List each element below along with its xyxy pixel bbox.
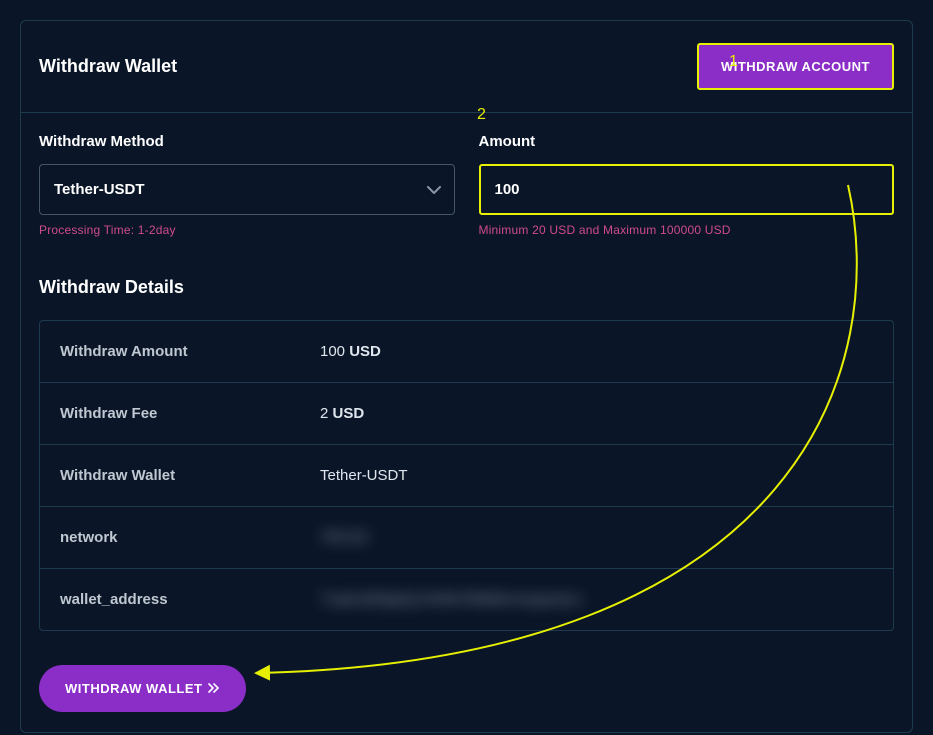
detail-row-fee: Withdraw Fee 2 USD [40,383,893,445]
card-body: Withdraw Method Tether-USDT Processing T… [21,113,912,732]
card-header: Withdraw Wallet WITHDRAW ACCOUNT [21,21,912,113]
withdraw-method-label: Withdraw Method [39,133,455,150]
detail-value-blurred: TRC20 [320,529,368,546]
method-hint: Processing Time: 1-2day [39,223,455,237]
detail-label: Withdraw Fee [60,405,320,422]
amount-input[interactable] [479,164,895,215]
withdraw-account-button[interactable]: WITHDRAW ACCOUNT [697,43,894,90]
detail-label: network [60,529,320,546]
amount-hint: Minimum 20 USD and Maximum 100000 USD [479,223,895,237]
detail-value: 2 USD [320,405,364,422]
detail-value: 100 USD [320,343,381,360]
amount-label: Amount [479,133,895,150]
withdraw-wallet-card: Withdraw Wallet WITHDRAW ACCOUNT Withdra… [20,20,913,733]
withdraw-wallet-button-label: WITHDRAW WALLET [65,681,202,696]
detail-row-amount: Withdraw Amount 100 USD [40,321,893,383]
form-row: Withdraw Method Tether-USDT Processing T… [39,133,894,237]
withdraw-wallet-button[interactable]: WITHDRAW WALLET [39,665,246,712]
detail-row-wallet: Withdraw Wallet Tether-USDT [40,445,893,507]
amount-col: Amount Minimum 20 USD and Maximum 100000… [479,133,895,237]
detail-value-blurred: TxabcDEfghij1234567890klmnopqrstuv [320,591,582,608]
annotation-1: 1 [729,53,738,71]
double-chevron-right-icon [208,681,220,696]
annotation-2: 2 [477,106,486,124]
detail-label: wallet_address [60,591,320,608]
withdraw-method-col: Withdraw Method Tether-USDT Processing T… [39,133,455,237]
withdraw-method-select-wrap: Tether-USDT [39,164,455,215]
detail-label: Withdraw Wallet [60,467,320,484]
withdraw-details-table: Withdraw Amount 100 USD Withdraw Fee 2 U… [39,320,894,631]
detail-row-wallet-address: wallet_address TxabcDEfghij1234567890klm… [40,569,893,630]
detail-value: Tether-USDT [320,467,408,484]
page-title: Withdraw Wallet [39,56,177,77]
detail-row-network: network TRC20 [40,507,893,569]
withdraw-method-select[interactable]: Tether-USDT [39,164,455,215]
withdraw-details-title: Withdraw Details [39,277,894,298]
detail-label: Withdraw Amount [60,343,320,360]
